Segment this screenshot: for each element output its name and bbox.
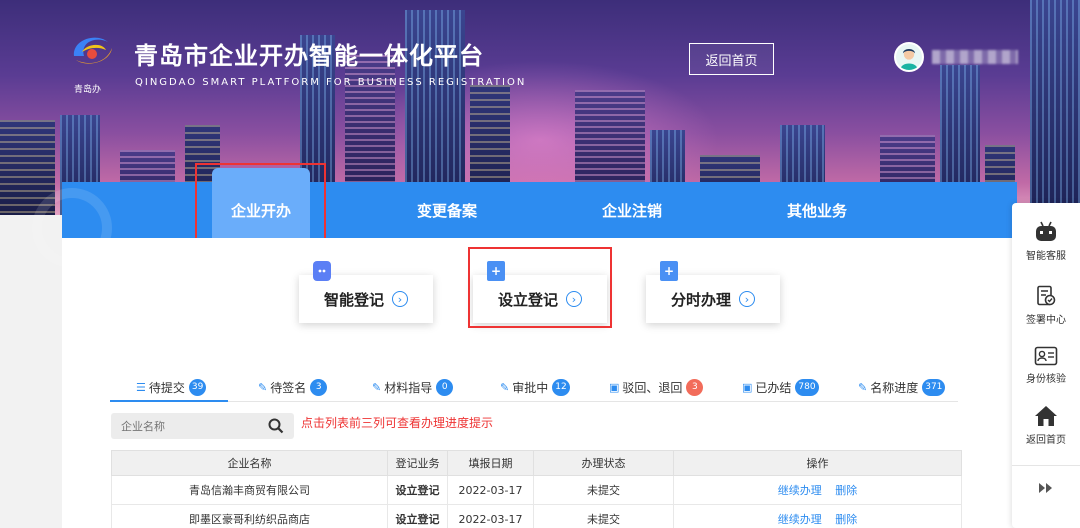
count-badge: 0 [436, 378, 454, 396]
tab-pending-sign[interactable]: ✎ 待签名 3 [258, 372, 328, 402]
tab-name-progress[interactable]: ✎ 名称进度 371 [858, 372, 946, 402]
edit-icon: ✎ [858, 380, 868, 394]
logo-caption: 青岛办 [74, 85, 102, 95]
tab-material-guide[interactable]: ✎ 材料指导 0 [372, 372, 454, 402]
card-label: 分时办理 [670, 290, 731, 309]
rail-item-sign-center[interactable]: 签署中心 [1012, 285, 1080, 326]
file-add-icon: + [487, 261, 505, 281]
robot-icon [1036, 221, 1056, 241]
table-row[interactable]: 青岛信瀚丰商贸有限公司 设立登记 2022-03-17 未提交 继续办理 删除 [111, 475, 962, 505]
home-icon [1035, 406, 1057, 426]
business-type-cell[interactable]: 设立登记 [387, 504, 448, 528]
rail-item-label: 智能客服 [1026, 251, 1066, 262]
right-rail: 智能客服 签署中心 身份核验 返回首页 [1012, 203, 1080, 528]
briefcase-icon: ▣ [742, 380, 753, 394]
status-cell: 未提交 [533, 475, 674, 505]
count-badge: 3 [686, 378, 704, 396]
rail-collapse-button[interactable] [1012, 481, 1080, 499]
site-title: 青岛市企业开办智能一体化平台 [134, 42, 484, 70]
column-header: 办理状态 [533, 450, 674, 476]
table-header-row: 企业名称 登记业务 填报日期 办理状态 操作 [111, 450, 962, 476]
sign-doc-icon [1037, 285, 1056, 306]
date-cell[interactable]: 2022-03-17 [447, 475, 534, 505]
avatar[interactable] [894, 42, 924, 72]
qingdao-logo-icon [73, 37, 112, 64]
delete-link[interactable]: 删除 [835, 484, 857, 497]
date-cell[interactable]: 2022-03-17 [447, 504, 534, 528]
count-badge: 780 [795, 378, 819, 396]
rail-item-identity-verify[interactable]: 身份核验 [1012, 346, 1080, 385]
business-type-cell[interactable]: 设立登记 [387, 475, 448, 505]
id-card-icon [1034, 346, 1058, 366]
continue-link[interactable]: 继续办理 [778, 513, 822, 526]
column-header: 登记业务 [387, 450, 448, 476]
search-input[interactable] [111, 413, 261, 439]
table-row[interactable]: 即墨区豪哥利纺织品商店 设立登记 2022-03-17 未提交 继续办理 删除 [111, 504, 962, 528]
rail-item-label: 签署中心 [1026, 315, 1066, 326]
list-icon: ☰ [136, 380, 146, 394]
site-subtitle: QINGDAO SMART PLATFORM FOR BUSINESS REGI… [135, 77, 527, 88]
home-button[interactable]: 返回首页 [689, 43, 774, 75]
card-label: 设立登记 [497, 290, 558, 309]
edit-icon: ✎ [258, 380, 268, 394]
rail-item-label: 返回首页 [1026, 435, 1066, 446]
briefcase-icon: ▣ [609, 380, 620, 394]
tab-under-review[interactable]: ✎ 审批中 12 [500, 372, 570, 402]
main-nav: 企业开办 变更备案 企业注销 其他业务 [32, 168, 1017, 268]
edit-icon: ✎ [372, 380, 382, 394]
search-box [111, 413, 294, 439]
search-icon[interactable] [268, 418, 284, 434]
count-badge: 371 [922, 378, 946, 396]
rail-item-label: 身份核验 [1026, 374, 1066, 385]
chevron-right-icon: › [739, 291, 755, 307]
tab-rejected[interactable]: ▣ 驳回、退回 3 [609, 372, 704, 402]
nav-item-other-business[interactable]: 其他业务 [767, 182, 867, 238]
count-badge: 12 [552, 378, 570, 396]
column-header: 企业名称 [111, 450, 388, 476]
rail-item-home[interactable]: 返回首页 [1012, 405, 1080, 446]
status-tabs: ☰ 待提交 39 ✎ 待签名 3 ✎ 材料指导 0 ✎ 审批中 12 ▣ 驳回、… [110, 372, 958, 402]
count-badge: 39 [188, 378, 207, 396]
application-table: 企业名称 登记业务 填报日期 办理状态 操作 青岛信瀚丰商贸有限公司 设立登记 … [111, 450, 962, 528]
column-header: 填报日期 [447, 450, 534, 476]
nav-item-company-setup[interactable]: 企业开办 [212, 168, 310, 238]
company-name-cell[interactable]: 即墨区豪哥利纺织品商店 [111, 504, 388, 528]
chevron-right-icon: › [392, 291, 408, 307]
rail-item-smart-service[interactable]: 智能客服 [1012, 221, 1080, 262]
nav-item-change-filing[interactable]: 变更备案 [397, 182, 497, 238]
edit-icon: ✎ [500, 380, 510, 394]
card-label: 智能登记 [323, 290, 384, 309]
username-blurred [932, 50, 1018, 64]
file-add-icon: + [660, 261, 678, 281]
robot-icon [313, 261, 331, 281]
column-header: 操作 [673, 450, 962, 476]
chevron-right-icon: › [566, 291, 582, 307]
smart-registration-card[interactable]: 智能登记 › [299, 261, 433, 323]
actions-cell: 继续办理 删除 [673, 475, 962, 505]
user-avatar-icon [896, 44, 922, 70]
tab-pending-submit[interactable]: ☰ 待提交 39 [136, 372, 207, 402]
timeslot-processing-card[interactable]: + 分时办理 › [646, 261, 780, 323]
company-name-cell[interactable]: 青岛信瀚丰商贸有限公司 [111, 475, 388, 505]
count-badge: 3 [310, 378, 328, 396]
actions-cell: 继续办理 删除 [673, 504, 962, 528]
active-tab-indicator [110, 400, 228, 402]
setup-registration-card[interactable]: + 设立登记 › [473, 261, 607, 323]
progress-hint: 点击列表前三列可查看办理进度提示 [301, 416, 494, 430]
nav-item-deregistration[interactable]: 企业注销 [582, 182, 682, 238]
status-cell: 未提交 [533, 504, 674, 528]
continue-link[interactable]: 继续办理 [778, 484, 822, 497]
delete-link[interactable]: 删除 [835, 513, 857, 526]
tab-completed[interactable]: ▣ 已办结 780 [742, 372, 819, 402]
double-chevron-right-icon [1039, 483, 1052, 493]
